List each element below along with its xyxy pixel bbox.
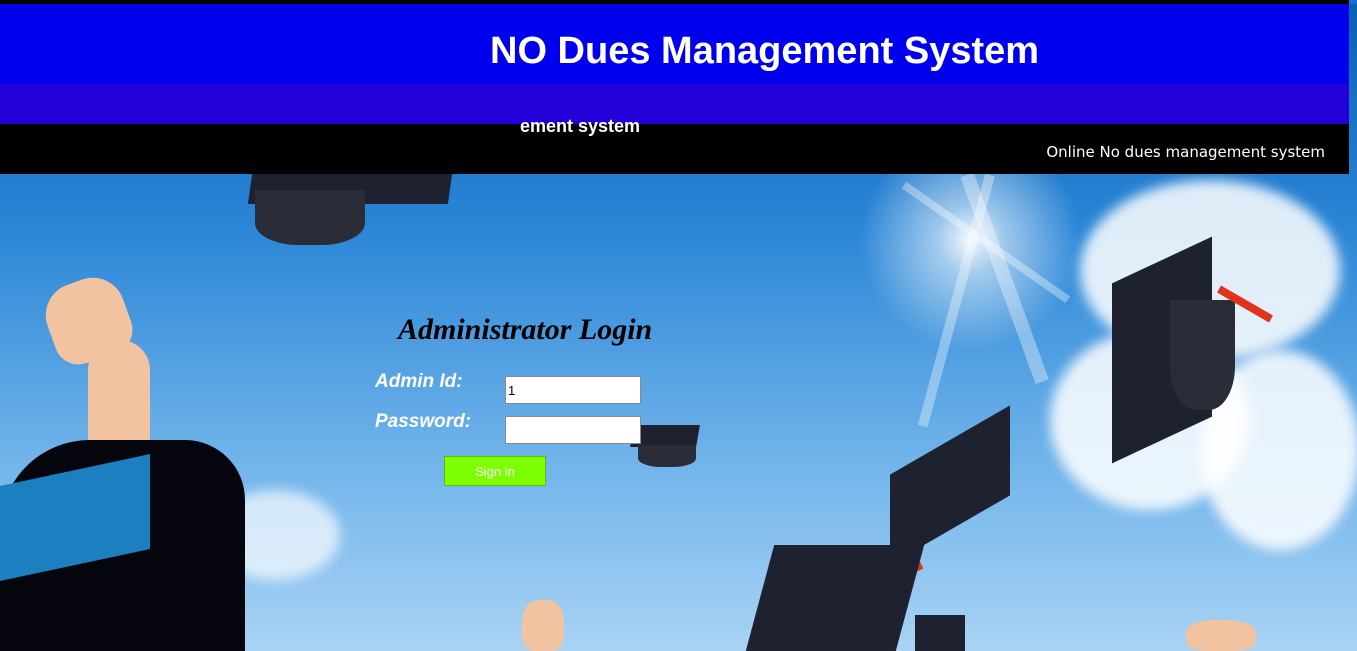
password-input[interactable]: [505, 416, 641, 444]
marquee-bar: [0, 84, 1349, 124]
site-tagline: Online No dues management system: [1046, 143, 1325, 161]
graduation-cap: [890, 405, 1010, 565]
graduation-cap: [915, 615, 965, 651]
password-label: Password:: [375, 411, 472, 432]
marquee-text: ement system: [520, 116, 641, 136]
site-title: NO Dues Management System: [490, 30, 1040, 72]
raised-hand: [1186, 620, 1256, 651]
graduation-cap: [745, 545, 925, 651]
admin-id-label: Admin Id:: [375, 371, 463, 392]
admin-id-input[interactable]: [505, 376, 641, 404]
raised-hand: [522, 600, 564, 651]
graduation-cap: [255, 190, 365, 245]
sign-in-button[interactable]: Sign in: [444, 456, 546, 486]
graduation-cap: [1170, 300, 1235, 410]
login-heading: Administrator Login: [398, 313, 653, 346]
site-header: NO Dues Management System ement system O…: [0, 0, 1349, 174]
graduation-cap: [638, 445, 696, 467]
